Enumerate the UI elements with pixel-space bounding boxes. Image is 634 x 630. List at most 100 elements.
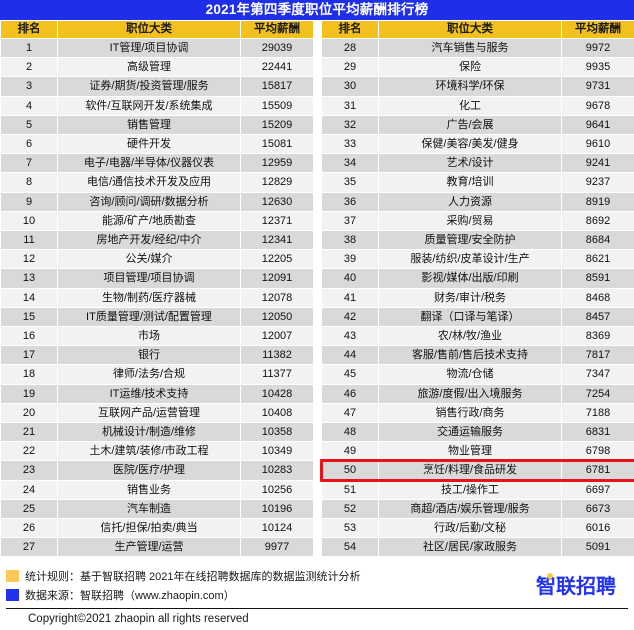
cell-rank: 12: [0, 249, 58, 270]
table-row: 36 人力资源 8919: [321, 191, 634, 212]
table-row: 24 销售业务 10256: [0, 479, 314, 500]
cell-salary: 9935: [561, 57, 634, 78]
cell-rank: 1: [0, 37, 58, 59]
cell-salary: 11377: [240, 364, 314, 385]
table-row: 51 技工/操作工 6697: [321, 479, 634, 500]
table-row: 7 电子/电器/半导体/仪器仪表 12959: [0, 153, 314, 174]
table-row: 10 能源/矿产/地质勘查 12371: [0, 210, 314, 232]
cell-salary: 15209: [240, 114, 314, 136]
cell-category: 教育/培训: [378, 172, 562, 193]
table-header-row: 排名 职位大类 平均薪酬: [321, 20, 634, 39]
cell-salary: 5091: [561, 537, 634, 558]
cell-rank: 40: [321, 268, 379, 289]
page-title: 2021年第四季度职位平均薪酬排行榜: [205, 2, 429, 17]
cell-category: 项目管理/项目协调: [57, 268, 241, 289]
cell-salary: 10428: [240, 383, 314, 404]
ranking-table-left-half: 排名 职位大类 平均薪酬 1 IT管理/项目协调 29039 2 高级管理 22441 3 证…: [0, 20, 314, 558]
cell-salary: 9972: [561, 37, 634, 59]
cell-rank: 42: [321, 306, 379, 328]
ranking-table-right: 排名 职位大类 平均薪酬 28 汽车销售与服务 9972 29 保险 9935 30 环境科学…: [321, 20, 634, 558]
cell-rank: 37: [321, 210, 379, 232]
cell-category: 销售业务: [57, 479, 241, 500]
cell-category: 物流/仓储: [378, 364, 562, 385]
table-row: 53 行政/后勤/文秘 6016: [321, 518, 634, 539]
cell-rank: 52: [321, 498, 379, 520]
cell-category: 财务/审计/税务: [378, 287, 562, 308]
cell-category: 影视/媒体/出版/印刷: [378, 268, 562, 289]
cell-rank: 2: [0, 57, 58, 78]
cell-salary: 10196: [240, 498, 314, 520]
cell-salary: 6673: [561, 498, 634, 520]
cell-salary: 15081: [240, 134, 314, 155]
cell-category: 高级管理: [57, 57, 241, 78]
table-row: 6 硬件开发 15081: [0, 134, 314, 155]
table-row: 18 律师/法务/合规 11377: [0, 364, 314, 385]
cell-salary: 6016: [561, 518, 634, 539]
table-row: 20 互联网产品/运营管理 10408: [0, 402, 314, 424]
cell-salary: 8591: [561, 268, 634, 289]
table-row: 11 房地产开发/经纪/中介 12341: [0, 230, 314, 251]
table-row: 30 环境科学/环保 9731: [321, 76, 634, 97]
cell-category: 客服/售前/售后技术支持: [378, 345, 562, 366]
cell-category: 机械设计/制造/维修: [57, 422, 241, 443]
cell-category: 生物/制药/医疗器械: [57, 287, 241, 308]
table-row: 27 生产管理/运营 9977: [0, 537, 314, 558]
table-row: 15 IT质量管理/测试/配置管理 12050: [0, 306, 314, 328]
cell-rank: 36: [321, 191, 379, 212]
cell-category: 汽车销售与服务: [378, 37, 562, 59]
table-row: 5 销售管理 15209: [0, 114, 314, 136]
cell-category: IT管理/项目协调: [57, 37, 241, 59]
table-row: 26 信托/担保/拍卖/典当 10124: [0, 518, 314, 539]
cell-category: 硬件开发: [57, 134, 241, 155]
cell-salary: 12050: [240, 306, 314, 328]
cell-salary: 8684: [561, 230, 634, 251]
cell-category: 物业管理: [378, 441, 562, 462]
cell-salary: 9241: [561, 153, 634, 174]
cell-rank: 3: [0, 76, 58, 97]
cell-category: 社区/居民/家政服务: [378, 537, 562, 558]
cell-salary: 6831: [561, 422, 634, 443]
cell-salary: 10349: [240, 441, 314, 462]
cell-salary: 8468: [561, 287, 634, 308]
table-row: 14 生物/制药/医疗器械 12078: [0, 287, 314, 308]
cell-rank: 54: [321, 537, 379, 558]
copyright-text: Copyright©2021 zhaopin all rights reserv…: [28, 613, 249, 626]
cell-rank: 38: [321, 230, 379, 251]
cell-category: 电子/电器/半导体/仪器仪表: [57, 153, 241, 174]
table-row: 22 土木/建筑/装修/市政工程 10349: [0, 441, 314, 462]
cell-rank: 28: [321, 37, 379, 59]
cell-rank: 47: [321, 402, 379, 424]
cell-rank: 53: [321, 518, 379, 539]
cell-salary: 7188: [561, 402, 634, 424]
cell-category: 艺术/设计: [378, 153, 562, 174]
yellow-square-icon: [6, 570, 19, 583]
footer-note-source: 数据来源：智联招聘（www.zhaopin.com）: [25, 590, 235, 603]
cell-rank: 21: [0, 422, 58, 443]
cell-category: 人力资源: [378, 191, 562, 212]
cell-salary: 7254: [561, 383, 634, 404]
cell-rank: 51: [321, 479, 379, 500]
cell-salary: 12341: [240, 230, 314, 251]
cell-rank: 17: [0, 345, 58, 366]
cell-rank: 13: [0, 268, 58, 289]
table-row: 25 汽车制造 10196: [0, 498, 314, 520]
cell-category: 银行: [57, 345, 241, 366]
cell-rank: 49: [321, 441, 379, 462]
footer-note-source-line: 数据来源：智联招聘（www.zhaopin.com）: [6, 587, 361, 603]
cell-category: 销售管理: [57, 114, 241, 136]
table-row: 38 质量管理/安全防护 8684: [321, 230, 634, 251]
cell-salary: 7817: [561, 345, 634, 366]
table-row: 3 证券/期货/投资管理/服务 15817: [0, 76, 314, 97]
table-row: 47 销售行政/商务 7188: [321, 402, 634, 424]
table-row: 28 汽车销售与服务 9972: [321, 37, 634, 59]
cell-rank: 46: [321, 383, 379, 404]
table-row: 41 财务/审计/税务 8468: [321, 287, 634, 308]
cell-category: 翻译（口译与笔译）: [378, 306, 562, 328]
cell-salary: 10256: [240, 479, 314, 500]
cell-salary: 12829: [240, 172, 314, 193]
cell-category: 旅游/度假/出入境服务: [378, 383, 562, 404]
cell-rank: 18: [0, 364, 58, 385]
table-header-row: 排名 职位大类 平均薪酬: [0, 20, 314, 39]
cell-salary: 8621: [561, 249, 634, 270]
cell-salary: 15817: [240, 76, 314, 97]
